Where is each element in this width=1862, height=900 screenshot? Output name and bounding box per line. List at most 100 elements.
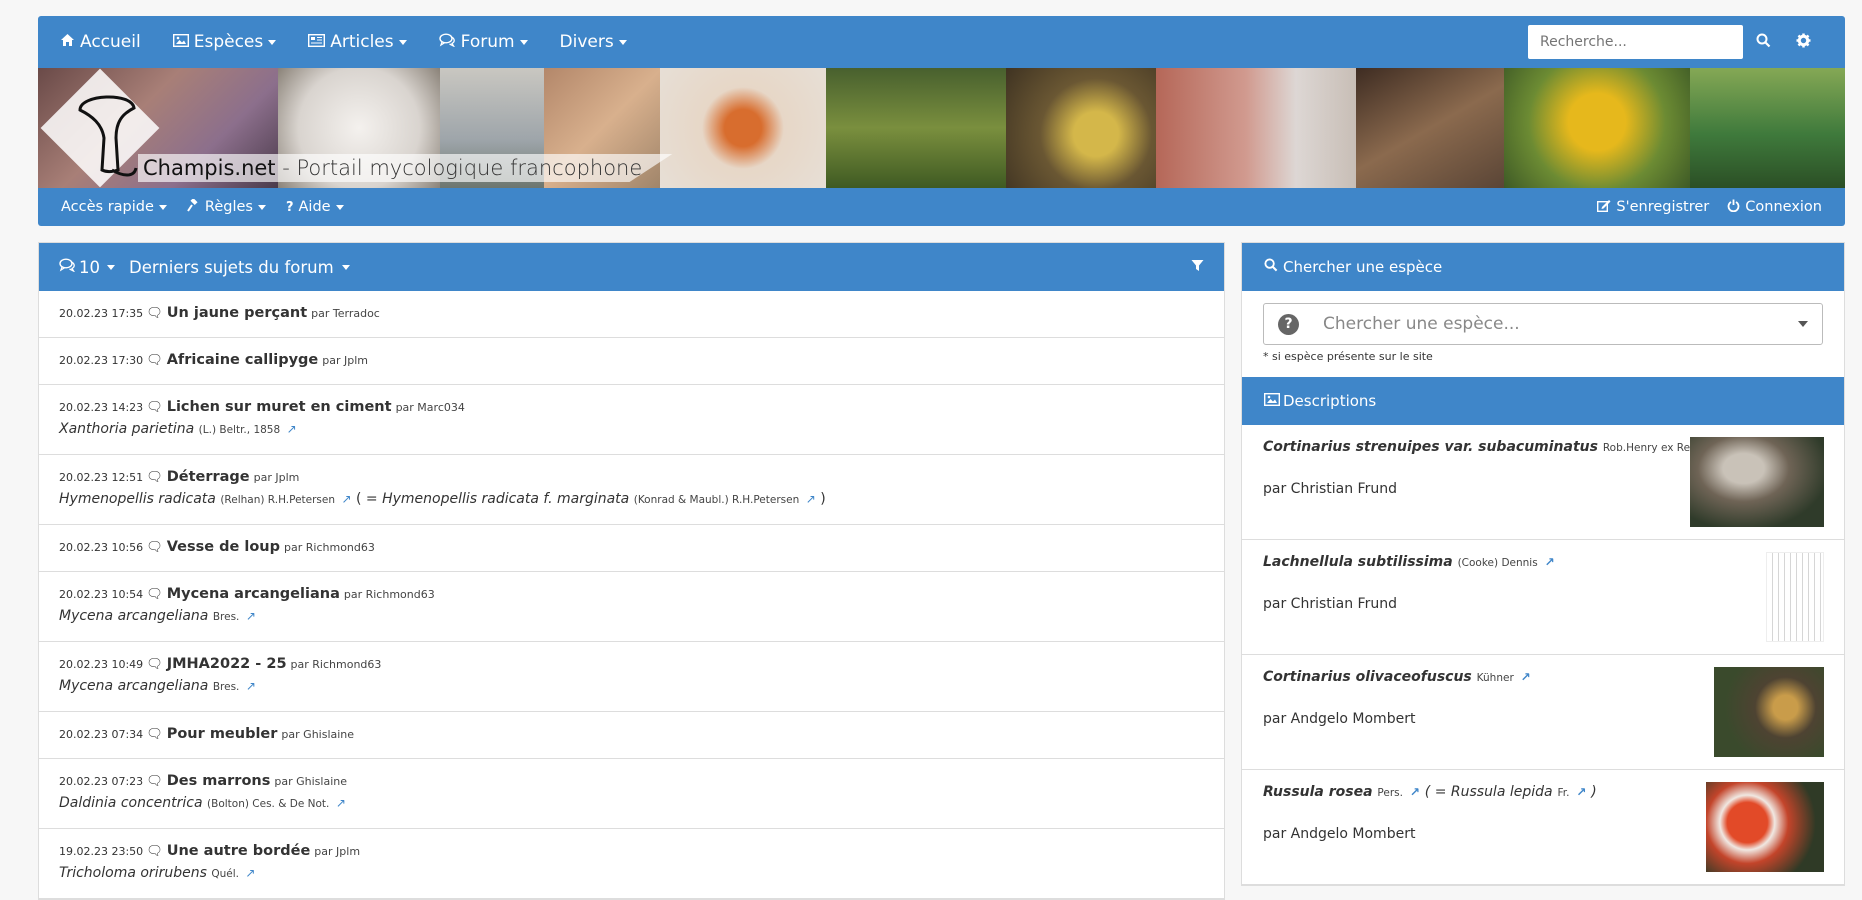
description-item[interactable]: Russula rosea Pers. ↗ ( = Russula lepida… xyxy=(1242,770,1844,885)
species-name[interactable]: Cortinarius olivaceofuscus xyxy=(1263,669,1472,685)
help-label: Aide xyxy=(298,199,331,215)
power-icon xyxy=(1727,199,1740,216)
nav-forum[interactable]: Forum xyxy=(438,32,528,52)
synonym-name: Hymenopellis radicata f. marginata xyxy=(382,491,630,507)
external-link-icon[interactable]: ↗ xyxy=(1521,670,1531,684)
main-navbar: Accueil Espèces Articles Forum Divers xyxy=(38,16,1845,68)
banner-photo xyxy=(1690,68,1845,188)
description-item[interactable]: Cortinarius strenuipes var. subacuminatu… xyxy=(1242,425,1844,540)
external-link-icon[interactable]: ↗ xyxy=(341,492,351,506)
topic-author: par Richmond63 xyxy=(284,541,375,554)
species-name[interactable]: Cortinarius strenuipes var. subacuminatu… xyxy=(1263,439,1598,455)
species-thumbnail[interactable] xyxy=(1714,667,1824,757)
search-icon xyxy=(1756,33,1771,52)
external-link-icon[interactable]: ↗ xyxy=(287,422,297,436)
nav-forum-label: Forum xyxy=(460,32,515,52)
topic-author: par Jplm xyxy=(314,845,361,858)
species-select[interactable]: ? Chercher une espèce... xyxy=(1263,303,1823,345)
comments-icon: 🗨 xyxy=(146,844,163,859)
nav-right xyxy=(1528,25,1823,59)
species-note: * si espèce présente sur le site xyxy=(1263,350,1433,363)
forum-topic-row[interactable]: 20.02.23 10:56 🗨 Vesse de loup par Richm… xyxy=(39,525,1224,572)
description-item[interactable]: Cortinarius olivaceofuscus Kühner ↗ par … xyxy=(1242,655,1844,770)
topic-title-link[interactable]: Des marrons xyxy=(167,773,271,789)
chevron-down-icon xyxy=(1798,321,1808,327)
filter-icon[interactable] xyxy=(1191,259,1204,276)
help-menu[interactable]: ? Aide xyxy=(286,199,344,215)
external-link-icon[interactable]: ↗ xyxy=(245,866,255,880)
site-name: Champis.net xyxy=(143,156,276,180)
species-author: Quél. xyxy=(211,868,239,880)
forum-topic-row[interactable]: 20.02.23 12:51 🗨 Déterrage par Jplm Hyme… xyxy=(39,455,1224,525)
comments-icon xyxy=(59,258,76,276)
nav-divers-label: Divers xyxy=(559,32,614,52)
topic-title-link[interactable]: Pour meubler xyxy=(167,726,278,742)
external-link-icon[interactable]: ↗ xyxy=(806,492,816,506)
forum-topic-row[interactable]: 20.02.23 10:54 🗨 Mycena arcangeliana par… xyxy=(39,572,1224,642)
forum-topic-row[interactable]: 20.02.23 17:30 🗨 Africaine callipyge par… xyxy=(39,338,1224,385)
forum-topic-row[interactable]: 19.02.23 23:50 🗨 Une autre bordée par Jp… xyxy=(39,829,1224,899)
login-link[interactable]: Connexion xyxy=(1727,199,1822,216)
topic-title-link[interactable]: Vesse de loup xyxy=(167,539,280,555)
external-link-icon[interactable]: ↗ xyxy=(336,796,346,810)
forum-topic-row[interactable]: 20.02.23 10:49 🗨 JMHA2022 - 25 par Richm… xyxy=(39,642,1224,712)
banner-photo xyxy=(660,68,826,188)
species-name[interactable]: Lachnellula subtilissima xyxy=(1263,554,1453,570)
topic-title-link[interactable]: Mycena arcangeliana xyxy=(167,586,340,602)
forum-topic-row[interactable]: 20.02.23 07:23 🗨 Des marrons par Ghislai… xyxy=(39,759,1224,829)
topic-count-dropdown[interactable]: 10 xyxy=(79,258,115,277)
species-thumbnail[interactable] xyxy=(1706,782,1824,872)
topic-title-link[interactable]: Déterrage xyxy=(167,469,250,485)
login-label: Connexion xyxy=(1745,199,1822,215)
account-links: S'enregistrer Connexion xyxy=(1579,199,1822,216)
search-input[interactable] xyxy=(1528,25,1743,59)
comments-icon: 🗨 xyxy=(146,400,163,415)
description-item[interactable]: Lachnellula subtilissima (Cooke) Dennis … xyxy=(1242,540,1844,655)
comments-icon: 🗨 xyxy=(146,353,163,368)
forum-title-dropdown[interactable]: Derniers sujets du forum xyxy=(129,258,350,277)
external-link-icon[interactable]: ↗ xyxy=(1410,785,1420,799)
rules-menu[interactable]: Règles xyxy=(187,197,266,216)
topic-title-link[interactable]: JMHA2022 - 25 xyxy=(167,656,287,672)
banner-photo xyxy=(1006,68,1156,188)
rules-label: Règles xyxy=(204,199,253,215)
species-name: Mycena arcangeliana xyxy=(59,678,209,694)
question-icon: ? xyxy=(1278,313,1299,335)
forum-topic-row[interactable]: 20.02.23 17:35 🗨 Un jaune perçant par Te… xyxy=(39,291,1224,338)
external-link-icon[interactable]: ↗ xyxy=(246,609,256,623)
nav-especes-label: Espèces xyxy=(193,32,264,52)
nav-articles[interactable]: Articles xyxy=(308,32,407,52)
topic-date: 20.02.23 07:34 xyxy=(59,728,144,741)
forum-topic-row[interactable]: 20.02.23 14:23 🗨 Lichen sur muret en cim… xyxy=(39,385,1224,455)
search-icon xyxy=(1264,258,1278,276)
species-thumbnail[interactable] xyxy=(1690,437,1824,527)
comments-icon: 🗨 xyxy=(146,587,163,602)
topic-author: par Richmond63 xyxy=(343,588,435,601)
nav-especes[interactable]: Espèces xyxy=(172,32,277,52)
banner-photo xyxy=(1356,68,1504,188)
site-title[interactable]: Champis.net - Portail mycologique franco… xyxy=(138,154,673,182)
species-name: Hymenopellis radicata xyxy=(59,491,216,507)
search-button[interactable] xyxy=(1743,25,1783,59)
nav-accueil[interactable]: Accueil xyxy=(60,32,141,52)
comments-icon: 🗨 xyxy=(146,306,163,321)
register-link[interactable]: S'enregistrer xyxy=(1597,199,1709,216)
topic-title-link[interactable]: Une autre bordée xyxy=(167,843,311,859)
topic-title-link[interactable]: Un jaune perçant xyxy=(167,305,307,321)
quick-access-menu[interactable]: Accès rapide xyxy=(61,199,167,215)
topic-title-link[interactable]: Africaine callipyge xyxy=(167,352,319,368)
species-search-header: Chercher une espèce xyxy=(1242,243,1844,291)
nav-accueil-label: Accueil xyxy=(80,32,141,52)
species-name[interactable]: Russula rosea xyxy=(1263,784,1373,800)
settings-button[interactable] xyxy=(1783,25,1823,59)
forum-topic-row[interactable]: 20.02.23 07:34 🗨 Pour meubler par Ghisla… xyxy=(39,712,1224,759)
synonym-author: Fr. xyxy=(1557,787,1570,799)
species-thumbnail[interactable] xyxy=(1766,552,1824,642)
species-name: Tricholoma orirubens xyxy=(59,865,207,881)
external-link-icon[interactable]: ↗ xyxy=(246,679,256,693)
external-link-icon[interactable]: ↗ xyxy=(1545,555,1555,569)
nav-divers[interactable]: Divers xyxy=(560,32,627,52)
species-author: (Cooke) Dennis xyxy=(1457,557,1538,569)
external-link-icon[interactable]: ↗ xyxy=(1576,785,1586,799)
topic-title-link[interactable]: Lichen sur muret en ciment xyxy=(167,399,392,415)
